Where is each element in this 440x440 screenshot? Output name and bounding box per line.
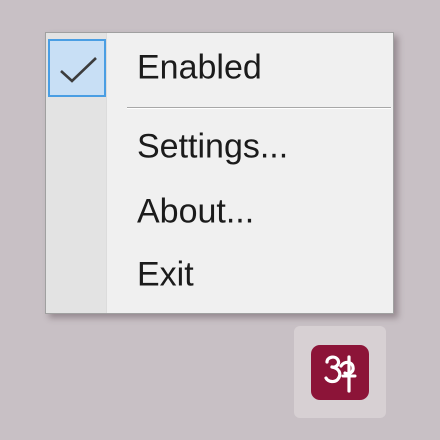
- menu-item-settings-label: Settings...: [137, 127, 289, 166]
- checkmark-icon: [60, 57, 97, 83]
- app-glyph-icon: [324, 355, 357, 393]
- tray-icon-button[interactable]: [294, 326, 386, 418]
- enabled-checkmark-box: [48, 39, 106, 97]
- app-tray-icon[interactable]: [311, 345, 369, 400]
- menu-item-about-label: About...: [137, 192, 255, 231]
- menu-item-enabled-label: Enabled: [137, 48, 262, 87]
- menu-item-about[interactable]: About...: [106, 185, 393, 241]
- menu-separator-highlight: [127, 108, 391, 109]
- tray-context-menu: Enabled Settings... About... Exit: [45, 32, 394, 314]
- menu-item-exit[interactable]: Exit: [106, 248, 393, 304]
- menu-item-exit-label: Exit: [137, 255, 194, 294]
- menu-item-enabled[interactable]: Enabled: [106, 41, 393, 97]
- menu-item-settings[interactable]: Settings...: [106, 120, 393, 176]
